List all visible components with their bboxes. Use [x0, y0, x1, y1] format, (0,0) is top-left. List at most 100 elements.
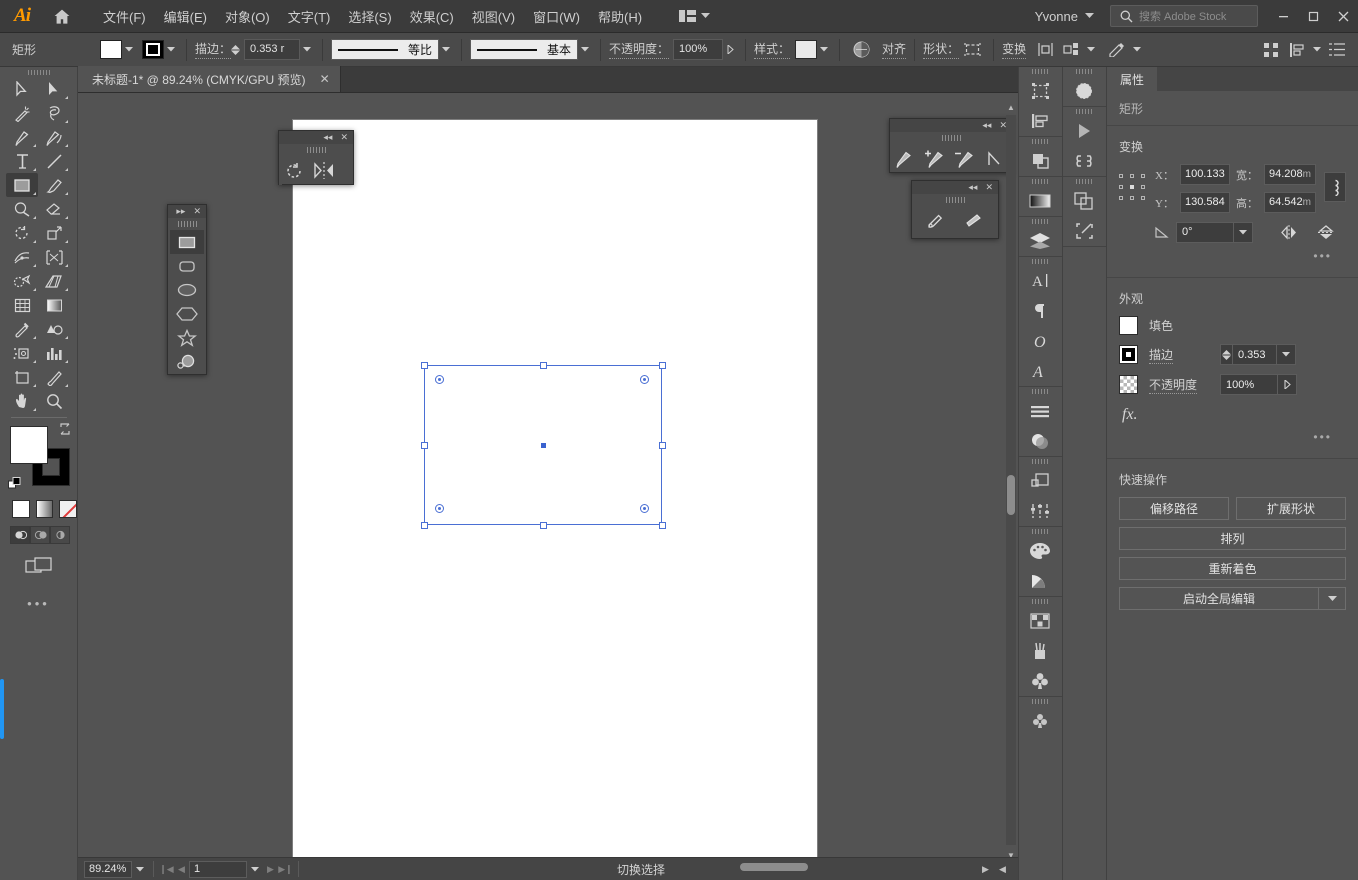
color-mode-icon[interactable] — [12, 500, 30, 518]
expand-shape-button[interactable]: 扩展形状 — [1236, 497, 1346, 520]
asset-export-panel-icon[interactable] — [1063, 76, 1107, 106]
add-anchor-point-tool[interactable] — [920, 144, 950, 172]
gradient-mode-icon[interactable] — [35, 500, 54, 518]
shapes-flyout-header[interactable]: ▸▸ ✕ — [168, 205, 206, 218]
rotate-tool[interactable] — [279, 156, 309, 184]
menu-window[interactable]: 窗口(W) — [524, 3, 589, 30]
gradient-panel-icon[interactable] — [1019, 186, 1062, 216]
graphic-style-swatch[interactable] — [795, 40, 818, 59]
zoom-tool[interactable] — [38, 389, 70, 413]
dock-grip[interactable] — [1019, 137, 1062, 146]
fill-swatch[interactable] — [1119, 316, 1138, 335]
stroke-weight-input[interactable]: 0.353 — [1233, 344, 1277, 365]
pencil-flyout[interactable]: ◂◂ ✕ — [911, 180, 999, 239]
mesh-tool[interactable] — [6, 293, 38, 317]
panel-menu-icon[interactable] — [1324, 38, 1350, 62]
collapse-icon[interactable]: ◂◂ — [323, 133, 332, 142]
offset-path-button[interactable]: 偏移路径 — [1119, 497, 1229, 520]
corner-radius-widget-top-right[interactable] — [640, 375, 649, 384]
rectangle-tool[interactable] — [170, 230, 204, 254]
vertical-scroll-thumb[interactable] — [1007, 475, 1015, 515]
dock-grip[interactable] — [1019, 387, 1062, 396]
dock-grip[interactable] — [1019, 217, 1062, 226]
rectangle-tool[interactable] — [6, 173, 38, 197]
swap-fill-stroke-icon[interactable] — [58, 422, 72, 439]
menu-effect[interactable]: 效果(C) — [401, 3, 463, 30]
symbols-panel-icon[interactable] — [1019, 666, 1062, 696]
line-segment-tool[interactable] — [38, 149, 70, 173]
select-similar-icon[interactable] — [1058, 38, 1084, 62]
stroke-weight-stepper[interactable] — [231, 44, 244, 55]
brushes-panel-icon[interactable] — [1019, 636, 1062, 666]
dock-grip[interactable] — [1019, 527, 1062, 536]
glyphs-panel-icon[interactable]: A — [1019, 356, 1062, 386]
pen-flyout-grip[interactable] — [890, 132, 1012, 144]
selection-tool[interactable] — [6, 77, 38, 101]
dock-grip[interactable] — [1063, 67, 1107, 76]
search-input[interactable]: 搜索 Adobe Stock — [1110, 5, 1258, 27]
fill-color-box[interactable] — [10, 426, 48, 464]
character-panel-icon[interactable]: A — [1019, 266, 1062, 296]
polygon-tool[interactable] — [170, 302, 204, 326]
align-panel-icon[interactable] — [1019, 106, 1062, 136]
menu-edit[interactable]: 编辑(E) — [155, 3, 216, 30]
dock-grip[interactable] — [1063, 107, 1107, 116]
menu-object[interactable]: 对象(O) — [216, 3, 279, 30]
stroke-panel-icon[interactable] — [1019, 396, 1062, 426]
toolbar-scroll-indicator[interactable] — [0, 679, 4, 739]
collapse-icon[interactable]: ▸▸ — [176, 207, 185, 216]
chevron-down-icon[interactable] — [439, 47, 453, 52]
workspace-switcher[interactable] — [673, 7, 716, 25]
pencil-tool[interactable] — [921, 206, 951, 234]
stroke-label[interactable]: 描边 — [1149, 346, 1209, 364]
fx-button[interactable]: fx. — [1119, 404, 1346, 424]
minimize-button[interactable] — [1268, 0, 1298, 33]
dock-grip[interactable] — [1019, 67, 1062, 76]
chevron-down-icon[interactable] — [1318, 587, 1346, 610]
maximize-button[interactable] — [1298, 0, 1328, 33]
draw-behind-icon[interactable] — [30, 526, 50, 544]
rotate-flyout[interactable]: ◂◂ ✕ — [278, 130, 354, 185]
chevron-down-icon[interactable] — [1310, 47, 1324, 52]
canvas-area[interactable]: ◂◂ ✕ ▸▸ ✕ ◂◂ ✕ ◂◂ ✕ ▲ ▼ — [78, 93, 1018, 880]
corner-radius-widget-bottom-left[interactable] — [435, 504, 444, 513]
artboard-number-input[interactable]: 1 — [189, 860, 247, 878]
handle-top-center[interactable] — [540, 362, 547, 369]
color-guide-panel-icon[interactable] — [1019, 566, 1062, 596]
chevron-down-icon[interactable] — [122, 47, 136, 52]
artboard-export-panel-icon[interactable] — [1063, 216, 1107, 246]
document-info-panel-icon[interactable] — [1063, 186, 1107, 216]
close-icon[interactable]: ✕ — [193, 207, 201, 216]
chevron-down-icon[interactable] — [578, 47, 592, 52]
transform-label[interactable]: 变换 — [1002, 40, 1027, 59]
opacity-swatch[interactable] — [1119, 375, 1138, 394]
handle-top-right[interactable] — [659, 362, 666, 369]
width-input[interactable]: 94.208 m — [1264, 164, 1316, 185]
handle-middle-right[interactable] — [659, 442, 666, 449]
chevron-down-icon[interactable] — [1277, 344, 1296, 365]
stroke-weight-label[interactable]: 描边： — [195, 40, 232, 59]
dock-grip[interactable] — [1063, 177, 1107, 186]
lasso-tool[interactable] — [38, 101, 70, 125]
stroke-color-control[interactable] — [142, 40, 178, 59]
opacity-expand-icon[interactable] — [1278, 374, 1297, 395]
link-pro14portions-icon[interactable] — [1324, 172, 1346, 202]
stroke-profile-select[interactable]: 等比 — [331, 39, 440, 60]
user-account-menu[interactable]: Yvonne — [1035, 9, 1100, 24]
corner-radius-widget-bottom-right[interactable] — [640, 504, 649, 513]
draw-inside-icon[interactable] — [50, 526, 70, 544]
layers-panel-icon[interactable] — [1019, 226, 1062, 256]
graphic-styles-panel-icon[interactable] — [1019, 496, 1062, 526]
close-icon[interactable]: ✕ — [320, 72, 330, 86]
chevron-down-icon[interactable] — [164, 47, 178, 52]
pen-flyout-header[interactable]: ◂◂ ✕ — [890, 119, 1012, 132]
stroke-swatch[interactable] — [142, 40, 164, 59]
scale-tool[interactable] — [38, 221, 70, 245]
arrange-documents-icon[interactable] — [1258, 38, 1284, 62]
canvas-horizontal-scrollbar[interactable] — [515, 860, 1005, 874]
y-input[interactable]: 130.584 — [1179, 192, 1230, 213]
reflect-tool[interactable] — [309, 156, 339, 184]
pen-flyout[interactable]: ◂◂ ✕ — [889, 118, 1013, 173]
dock-grip[interactable] — [1019, 697, 1062, 706]
gradient-tool[interactable] — [38, 293, 70, 317]
